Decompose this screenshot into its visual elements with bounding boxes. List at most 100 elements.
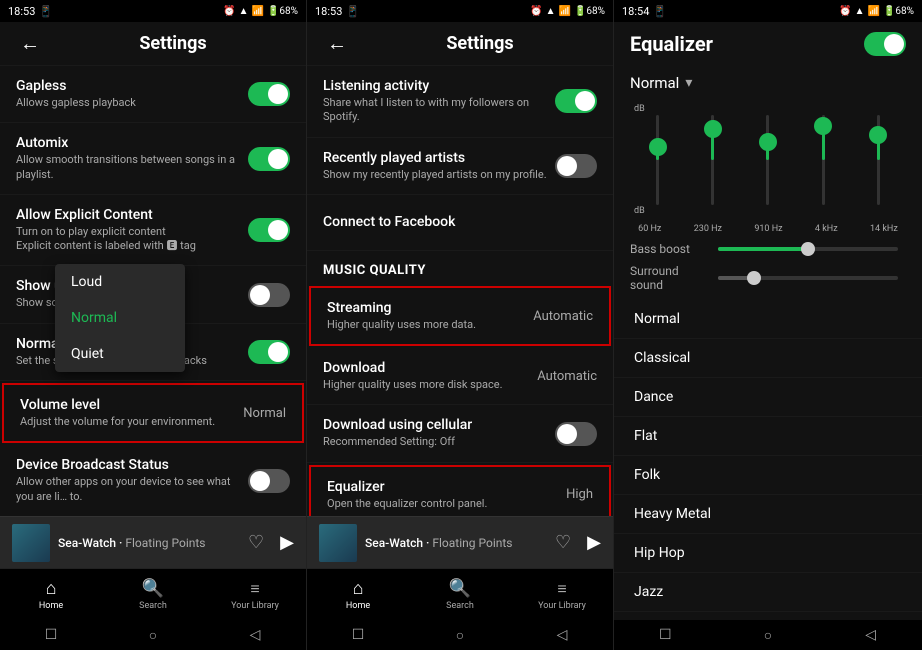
eq-preset-heavymetal[interactable]: Heavy Metal [614,495,922,534]
wifi-icon: ▲ [239,6,249,17]
eq-preset-row[interactable]: Normal ▾ [614,66,922,100]
eq-freq-14khz: 14 kHz [870,224,898,234]
setting-recentlyplayed[interactable]: Recently played artists Show my recently… [307,138,613,195]
page-title-2: Settings [363,33,597,54]
eq-slider-60hz[interactable] [642,100,674,220]
eq-slider-230hz[interactable] [697,100,729,220]
automix-desc: Allow smooth transitions between songs i… [16,153,248,182]
unplayable-toggle[interactable] [248,283,290,307]
nav-home-2[interactable]: ⌂ Home [307,578,409,611]
eq-preset-hiphop[interactable]: Hip Hop [614,534,922,573]
volume-dropdown[interactable]: Loud Normal Quiet [55,264,185,372]
eq-slider-thumb-60hz[interactable] [649,138,667,156]
nav-home-1[interactable]: ⌂ Home [0,578,102,611]
back-button-2[interactable]: ← [323,27,351,60]
player-controls-1: ♡ ▶ [248,532,294,553]
sys-square-1[interactable]: ☐ [37,626,65,644]
sys-square-3[interactable]: ☐ [651,626,679,644]
bass-boost-thumb[interactable] [801,242,815,256]
setting-automix[interactable]: Automix Allow smooth transitions between… [0,123,306,195]
surround-sound-track[interactable] [718,276,898,280]
heart-icon-2[interactable]: ♡ [555,532,571,553]
gapless-toggle[interactable] [248,82,290,106]
recentlyplayed-toggle[interactable] [555,154,597,178]
alarm-icon: ⏰ [223,6,235,17]
eq-master-toggle[interactable] [864,32,906,56]
bottom-nav-1: ⌂ Home 🔍 Search ≡ Your Library [0,568,306,620]
download-label: Download [323,360,529,376]
status-bar-left-1: 18:53 📱 [8,5,53,18]
alarm-icon-3: ⏰ [839,6,851,17]
sys-circle-1[interactable]: ○ [139,626,167,644]
eq-preset-folk[interactable]: Folk [614,456,922,495]
setting-equalizer[interactable]: Equalizer Open the equalizer control pan… [309,465,611,516]
nav-search-2[interactable]: 🔍 Search [409,578,511,611]
eq-preset-normal[interactable]: Normal [614,300,922,339]
setting-downloadcellular[interactable]: Download using cellular Recommended Sett… [307,405,613,462]
top-bar-1: ← Settings [0,22,306,66]
eq-freq-labels: 60 Hz 230 Hz 910 Hz 4 kHz 14 kHz [614,224,922,234]
nav-library-1[interactable]: ≡ Your Library [204,579,306,611]
sys-circle-3[interactable]: ○ [754,626,782,644]
downloadcellular-toggle[interactable] [555,422,597,446]
eq-preset-classical[interactable]: Classical [614,339,922,378]
sys-circle-2[interactable]: ○ [446,626,474,644]
setting-gapless[interactable]: Gapless Allows gapless playback [0,66,306,123]
automix-toggle[interactable] [248,147,290,171]
equalizer-label: Equalizer [327,479,558,495]
eq-slider-4khz[interactable] [807,100,839,220]
sys-square-2[interactable]: ☐ [344,626,372,644]
gapless-label: Gapless [16,78,248,94]
nav-search-1[interactable]: 🔍 Search [102,578,204,611]
eq-sliders: dB dB [614,100,922,220]
eq-slider-910hz[interactable] [752,100,784,220]
eq-preset-jazz[interactable]: Jazz [614,573,922,612]
explicit-toggle[interactable] [248,218,290,242]
recentlyplayed-desc: Show my recently played artists on my pr… [323,168,555,182]
eq-preset-flat[interactable]: Flat [614,417,922,456]
eq-slider-thumb-230hz[interactable] [704,120,722,138]
surround-sound-thumb[interactable] [747,271,761,285]
bass-boost-track[interactable] [718,247,898,251]
setting-volumelevel[interactable]: Volume level Adjust the volume for your … [2,383,304,443]
sys-triangle-1[interactable]: ◁ [241,626,269,644]
eq-slider-thumb-14khz[interactable] [869,126,887,144]
streaming-value: Automatic [533,309,593,324]
connectfacebook-label: Connect to Facebook [323,214,597,230]
setting-download[interactable]: Download Higher quality uses more disk s… [307,348,613,405]
home-icon-2: ⌂ [353,578,364,599]
play-icon-1[interactable]: ▶ [280,532,294,553]
eq-slider-track-230hz [711,115,714,205]
nav-library-2[interactable]: ≡ Your Library [511,579,613,611]
explicit-desc: Turn on to play explicit contentExplicit… [16,225,248,254]
listeningactivity-toggle[interactable] [555,89,597,113]
eq-top-bar: Equalizer [614,22,922,66]
status-bar-right-2: ⏰ ▲ 📶 🔋68% [530,6,605,17]
status-time-2: 18:53 [315,5,342,18]
heart-icon-1[interactable]: ♡ [248,532,264,553]
setting-devicebroadcast[interactable]: Device Broadcast Status Allow other apps… [0,445,306,516]
back-button-1[interactable]: ← [16,27,44,60]
play-icon-2[interactable]: ▶ [587,532,601,553]
dropdown-quiet[interactable]: Quiet [55,336,185,372]
eq-preset-dance[interactable]: Dance [614,378,922,417]
setting-explicit[interactable]: Allow Explicit Content Turn on to play e… [0,195,306,267]
eq-slider-thumb-4khz[interactable] [814,117,832,135]
musicquality-section-header: Music Quality [307,251,613,284]
status-bar-right-3: ⏰ ▲ 📶 🔋68% [839,6,914,17]
normalize-toggle[interactable] [248,340,290,364]
sys-triangle-3[interactable]: ◁ [857,626,885,644]
setting-streaming[interactable]: Streaming Higher quality uses more data.… [309,286,611,346]
setting-listeningactivity[interactable]: Listening activity Share what I listen t… [307,66,613,138]
setting-connectfacebook[interactable]: Connect to Facebook [307,195,613,251]
dropdown-loud[interactable]: Loud [55,264,185,300]
whatsapp-icon-3: 📱 [653,5,667,18]
eq-preset-pop[interactable]: Pop [614,612,922,620]
eq-slider-14khz[interactable] [862,100,894,220]
devicebroadcast-toggle[interactable] [248,469,290,493]
player-info-2: Sea-Watch · Floating Points [365,536,547,550]
gapless-desc: Allows gapless playback [16,96,248,110]
dropdown-normal[interactable]: Normal [55,300,185,336]
eq-slider-thumb-910hz[interactable] [759,133,777,151]
sys-triangle-2[interactable]: ◁ [548,626,576,644]
